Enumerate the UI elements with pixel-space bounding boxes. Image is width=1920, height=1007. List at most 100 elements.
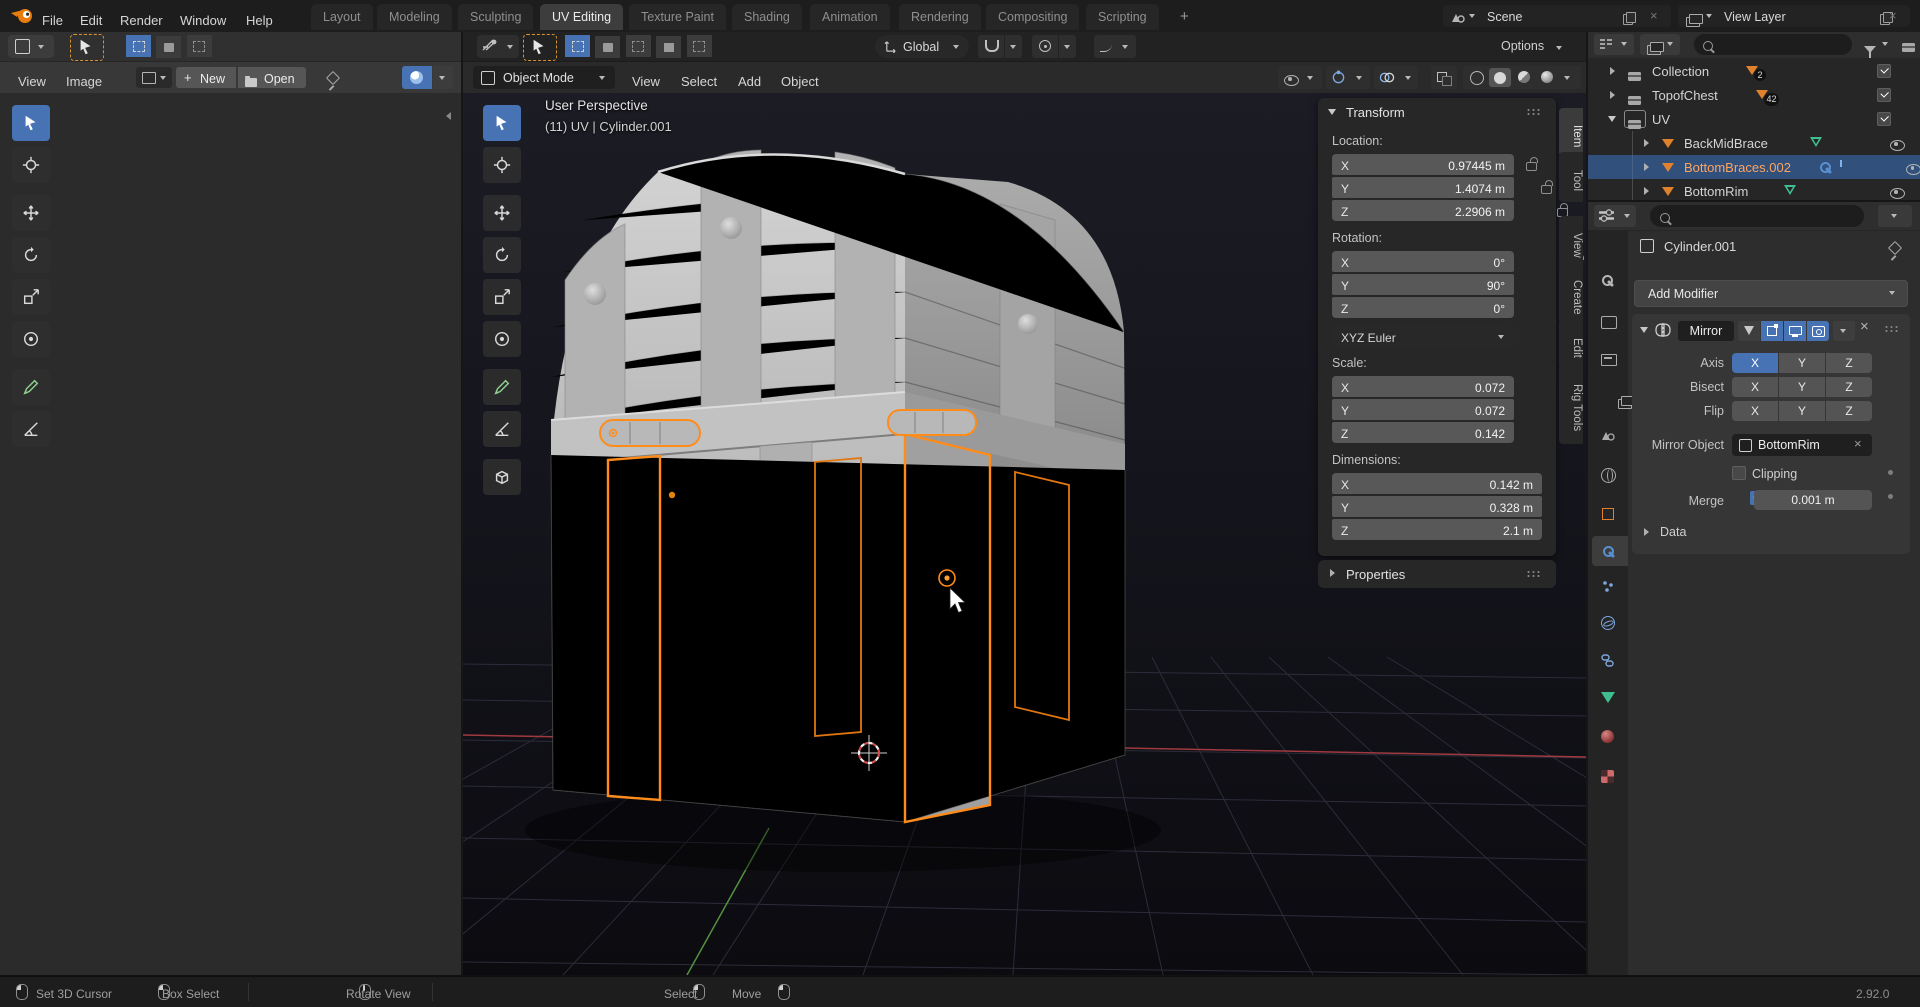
modifier-editmode-display-toggle[interactable] bbox=[1738, 321, 1760, 341]
uv-menu-view[interactable]: View bbox=[12, 70, 52, 93]
location-y-lock-icon[interactable] bbox=[1541, 180, 1553, 194]
vp-visibility-dropdown[interactable] bbox=[1278, 66, 1322, 89]
uv-display-channels-dropdown[interactable] bbox=[433, 66, 453, 89]
new-collection-icon[interactable] bbox=[1902, 43, 1915, 52]
uv-menu-image[interactable]: Image bbox=[60, 70, 108, 93]
scale-y-field[interactable]: Y 0.072 bbox=[1332, 399, 1514, 420]
tab-modeling[interactable]: Modeling bbox=[377, 4, 452, 30]
bisect-x-button[interactable]: X bbox=[1732, 377, 1778, 397]
tab-render-icon[interactable] bbox=[1601, 316, 1617, 329]
vp-select-mode-invert[interactable] bbox=[656, 36, 682, 58]
shading-dropdown-icon[interactable] bbox=[1564, 76, 1570, 80]
tab-view-layer-icon[interactable] bbox=[1618, 396, 1636, 409]
uv-tool-annotate[interactable] bbox=[12, 369, 50, 405]
tab-texture-paint[interactable]: Texture Paint bbox=[629, 4, 726, 30]
scene-dropdown-icon[interactable] bbox=[1469, 14, 1475, 18]
mirror-object-field[interactable]: BottomRim × bbox=[1732, 434, 1872, 456]
properties-pin-icon[interactable] bbox=[1887, 240, 1903, 256]
location-x-lock-icon[interactable] bbox=[1526, 157, 1538, 171]
outliner-editor-type-button[interactable] bbox=[1594, 34, 1634, 55]
properties-search-field[interactable] bbox=[1650, 205, 1864, 227]
uv-tool-tweak[interactable] bbox=[12, 105, 50, 141]
vp-select-mode-set[interactable] bbox=[565, 35, 590, 57]
tab-world-icon[interactable] bbox=[1601, 468, 1616, 483]
uv-open-image-button[interactable]: Open bbox=[238, 67, 306, 88]
uv-select-mode-subtract[interactable] bbox=[186, 35, 212, 57]
rotation-z-field[interactable]: Z 0° bbox=[1332, 297, 1514, 318]
npanel-tab-create[interactable]: Create bbox=[1559, 262, 1583, 324]
uv-select-mode-extend[interactable] bbox=[156, 36, 182, 58]
properties-collapse-icon[interactable] bbox=[1330, 569, 1335, 577]
shading-material-icon[interactable] bbox=[1518, 71, 1530, 83]
modifier-expand-icon[interactable] bbox=[1640, 327, 1648, 333]
view-layer-dropdown-icon[interactable] bbox=[1706, 14, 1712, 18]
modifier-realtime-toggle[interactable] bbox=[1784, 321, 1806, 341]
tab-uv-editing[interactable]: UV Editing bbox=[540, 4, 624, 30]
axis-y-button[interactable]: Y bbox=[1779, 353, 1825, 373]
splitter-outliner-properties[interactable] bbox=[1588, 200, 1920, 202]
breadcrumb-object-name[interactable]: Cylinder.001 bbox=[1664, 239, 1736, 254]
vp-select-mode-subtract[interactable] bbox=[625, 35, 651, 57]
vp-overlays-dropdown[interactable] bbox=[1374, 66, 1418, 89]
outliner-row-topofchest[interactable]: TopofChest 42 bbox=[1588, 83, 1920, 107]
dimensions-z-field[interactable]: Z 2.1 m bbox=[1332, 519, 1542, 540]
rotation-y-field[interactable]: Y 90° bbox=[1332, 274, 1514, 295]
visibility-eye-icon[interactable] bbox=[1906, 164, 1920, 175]
bisect-z-button[interactable]: Z bbox=[1826, 377, 1872, 397]
uv-select-mode-set[interactable] bbox=[126, 35, 151, 57]
tab-modifiers-active[interactable] bbox=[1592, 536, 1628, 566]
uv-tool-transform[interactable] bbox=[12, 321, 50, 357]
tab-compositing[interactable]: Compositing bbox=[986, 4, 1080, 30]
vp-menu-select[interactable]: Select bbox=[675, 70, 723, 93]
tab-physics-icon[interactable] bbox=[1601, 616, 1615, 630]
vp-select-mode-extend[interactable] bbox=[595, 36, 621, 58]
uv-tool-cursor[interactable] bbox=[12, 147, 50, 183]
view-layer-close-icon[interactable]: × bbox=[1889, 8, 1897, 23]
merge-decorator[interactable] bbox=[1888, 494, 1893, 499]
modifier-grip[interactable] bbox=[1884, 325, 1900, 332]
uv-active-tool-button[interactable] bbox=[70, 34, 104, 61]
expand-icon[interactable] bbox=[1644, 139, 1649, 147]
vp-orientation-dropdown[interactable]: Global bbox=[875, 35, 969, 58]
transform-grip[interactable] bbox=[1526, 108, 1542, 115]
vp-options-button[interactable]: Options bbox=[1501, 37, 1562, 55]
vp-menu-view[interactable]: View bbox=[626, 70, 666, 93]
outliner-row-uv[interactable]: UV bbox=[1588, 107, 1920, 131]
properties-grip[interactable] bbox=[1526, 570, 1542, 577]
outliner-row-collection[interactable]: Collection 2 bbox=[1588, 59, 1920, 83]
npanel-tab-edit[interactable]: Edit bbox=[1559, 320, 1583, 368]
vp-select-mode-intersect[interactable] bbox=[686, 35, 712, 57]
vp-tool-add-cube[interactable] bbox=[483, 459, 521, 495]
tab-scene-icon[interactable] bbox=[1601, 428, 1615, 446]
location-y-field[interactable]: Y 1.4074 m bbox=[1332, 177, 1514, 198]
uv-tool-move[interactable] bbox=[12, 195, 50, 231]
tab-rendering[interactable]: Rendering bbox=[899, 4, 981, 30]
scale-z-field[interactable]: Z 0.142 bbox=[1332, 422, 1514, 443]
vp-gizmos-dropdown[interactable] bbox=[1326, 66, 1370, 89]
collection-checkbox[interactable] bbox=[1877, 112, 1892, 126]
npanel-properties[interactable]: Properties bbox=[1318, 560, 1556, 588]
expand-icon[interactable] bbox=[1644, 163, 1649, 171]
menu-file[interactable]: File bbox=[36, 9, 69, 32]
tab-layout[interactable]: Layout bbox=[311, 4, 373, 30]
scene-close-icon[interactable]: × bbox=[1650, 8, 1658, 23]
rotation-mode-dropdown[interactable]: XYZ Euler bbox=[1332, 326, 1514, 347]
vp-xray-toggle[interactable] bbox=[1431, 66, 1457, 89]
properties-options-button[interactable] bbox=[1878, 205, 1912, 227]
vp-proportional-falloff[interactable] bbox=[1059, 35, 1076, 58]
outliner-display-mode-button[interactable] bbox=[1640, 34, 1680, 55]
modifier-delete-icon[interactable]: × bbox=[1860, 318, 1869, 335]
vp-tool-tweak[interactable] bbox=[483, 105, 521, 141]
properties-editor-type-button[interactable] bbox=[1594, 205, 1636, 227]
flip-z-button[interactable]: Z bbox=[1826, 401, 1872, 421]
dimensions-x-field[interactable]: X 0.142 m bbox=[1332, 473, 1542, 494]
scene-copy-icon[interactable] bbox=[1623, 11, 1636, 25]
shading-solid-icon[interactable] bbox=[1489, 68, 1511, 87]
flip-x-button[interactable]: X bbox=[1732, 401, 1778, 421]
collapse-icon[interactable] bbox=[1608, 116, 1616, 122]
menu-help[interactable]: Help bbox=[240, 9, 279, 32]
axis-z-button[interactable]: Z bbox=[1826, 353, 1872, 373]
clear-object-icon[interactable]: × bbox=[1854, 436, 1862, 451]
tab-material-icon[interactable] bbox=[1601, 730, 1614, 743]
rotation-x-field[interactable]: X 0° bbox=[1332, 251, 1514, 272]
